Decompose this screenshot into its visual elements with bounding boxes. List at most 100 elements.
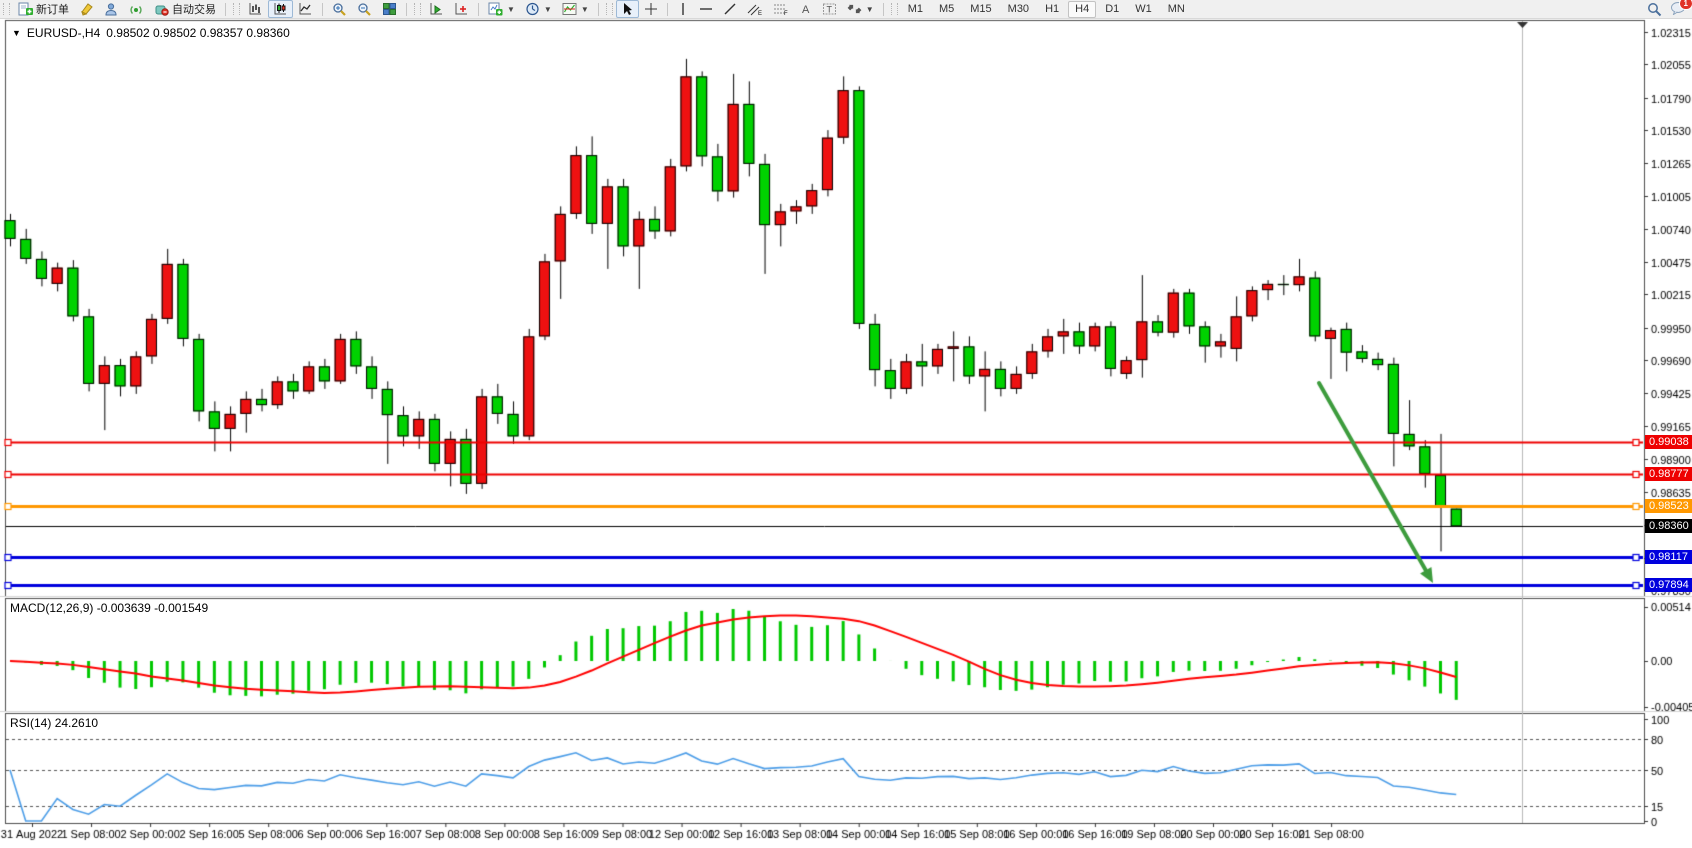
- main-toolbar: 新订单 自动交易: [0, 0, 1692, 19]
- tile-windows-icon: [382, 2, 397, 16]
- auto-trading-button[interactable]: 自动交易: [149, 0, 221, 18]
- tester-step-button[interactable]: [449, 0, 474, 18]
- timeframe-toolbar: M1M5M15M30H1H4D1W1MN: [901, 1, 1192, 18]
- rsi-name: RSI(14): [10, 716, 51, 730]
- timeframe-button-H4[interactable]: H4: [1068, 1, 1096, 18]
- signal-icon: [129, 2, 144, 16]
- macd-signal-value: -0.001549: [154, 601, 208, 615]
- arrows-button[interactable]: ▼: [842, 0, 879, 18]
- chevron-down-icon: ▼: [507, 5, 515, 14]
- new-order-icon: [18, 2, 33, 16]
- text-button[interactable]: A: [794, 0, 817, 18]
- auto-trading-label: 自动交易: [172, 1, 216, 17]
- price-level-label-0.98523: 0.98523: [1645, 499, 1692, 513]
- cursor-icon: [621, 2, 634, 16]
- price-level-label-0.99038: 0.99038: [1645, 435, 1692, 449]
- chart-symbol-period: EURUSD-,H4: [27, 26, 100, 40]
- rsi-value: 24.2610: [55, 716, 98, 730]
- notification-badge: 1: [1679, 0, 1692, 10]
- bar-chart-icon: [248, 2, 263, 16]
- timeframe-button-M5[interactable]: M5: [932, 1, 961, 18]
- arrows-icon: [847, 2, 862, 16]
- macd-name: MACD(12,26,9): [10, 601, 93, 615]
- line-chart-icon: [298, 2, 313, 16]
- bar-chart-button[interactable]: [243, 0, 268, 18]
- horizontal-line-button[interactable]: [694, 0, 718, 18]
- cursor-button[interactable]: [616, 0, 639, 18]
- chart-title: ▼ EURUSD-,H4 0.98502 0.98502 0.98357 0.9…: [12, 26, 290, 40]
- svg-text:A: A: [802, 4, 810, 16]
- tile-windows-button[interactable]: [377, 0, 402, 18]
- market-watch-button[interactable]: [99, 0, 124, 18]
- candlestick-chart-icon: [273, 2, 288, 16]
- trendline-button[interactable]: [718, 0, 742, 18]
- fibonacci-icon: F: [773, 2, 789, 16]
- toolbar-separator: [406, 3, 407, 16]
- search-icon[interactable]: [1647, 2, 1662, 17]
- crosshair-icon: [644, 2, 658, 16]
- text-icon: A: [799, 2, 812, 16]
- horizontal-line-icon: [699, 2, 713, 16]
- rsi-indicator-label: RSI(14) 24.2610: [10, 716, 98, 730]
- zoom-out-icon: [357, 2, 372, 16]
- indicators-button[interactable]: ▼: [557, 0, 594, 18]
- auto-trading-icon: [154, 2, 169, 16]
- price-level-label-0.97894: 0.97894: [1645, 578, 1692, 592]
- notifications-button[interactable]: 1: [1670, 1, 1686, 18]
- macd-indicator-label: MACD(12,26,9) -0.003639 -0.001549: [10, 601, 208, 615]
- svg-text:E: E: [758, 11, 762, 16]
- timeframe-button-MN[interactable]: MN: [1161, 1, 1192, 18]
- tester-step-icon: [454, 2, 469, 16]
- new-order-button[interactable]: 新订单: [13, 0, 74, 18]
- new-order-label: 新订单: [36, 1, 69, 17]
- vertical-line-icon: [677, 2, 689, 16]
- equidistant-channel-button[interactable]: E: [742, 0, 768, 18]
- styles-button[interactable]: [74, 0, 99, 18]
- equidistant-channel-icon: E: [747, 2, 763, 16]
- text-label-button[interactable]: T: [817, 0, 842, 18]
- toolbar-separator: [883, 3, 884, 16]
- timeframe-button-H1[interactable]: H1: [1038, 1, 1066, 18]
- macd-main-value: -0.003639: [97, 601, 151, 615]
- mt4-window: { "toolbar": { "new_order_label": "新订单",…: [0, 0, 1692, 848]
- zoom-in-icon: [332, 2, 347, 16]
- text-label-icon: T: [822, 2, 837, 16]
- strategy-tester-button[interactable]: [424, 0, 449, 18]
- line-chart-button[interactable]: [293, 0, 318, 18]
- timeframe-button-M1[interactable]: M1: [901, 1, 930, 18]
- zoom-out-button[interactable]: [352, 0, 377, 18]
- toolbar-grip: [606, 3, 613, 15]
- toolbar-grip: [414, 3, 421, 15]
- svg-text:T: T: [826, 5, 832, 15]
- style-brush-icon: [79, 2, 94, 16]
- timeframe-button-M15[interactable]: M15: [963, 1, 998, 18]
- vertical-line-button[interactable]: [672, 0, 694, 18]
- toolbar-grip: [891, 3, 898, 15]
- chevron-down-icon: ▼: [544, 5, 552, 14]
- new-chart-button[interactable]: ▼: [483, 0, 520, 18]
- crosshair-button[interactable]: [639, 0, 663, 18]
- chart-ohlc-values: 0.98502 0.98502 0.98357 0.98360: [106, 26, 290, 40]
- chart-canvas[interactable]: [0, 0, 1692, 848]
- periods-button[interactable]: ▼: [520, 0, 557, 18]
- collapse-quick-trade-icon[interactable]: ▼: [12, 28, 21, 38]
- toolbar-grip: [3, 3, 10, 15]
- new-chart-icon: [488, 2, 503, 16]
- chevron-down-icon: ▼: [581, 5, 589, 14]
- timeframe-button-D1[interactable]: D1: [1098, 1, 1126, 18]
- candlestick-chart-button[interactable]: [268, 0, 293, 18]
- fibonacci-button[interactable]: F: [768, 0, 794, 18]
- signals-button[interactable]: [124, 0, 149, 18]
- timeframe-button-M30[interactable]: M30: [1001, 1, 1036, 18]
- price-level-label-0.98360: 0.98360: [1645, 519, 1692, 533]
- zoom-in-button[interactable]: [327, 0, 352, 18]
- toolbar-separator: [667, 3, 668, 16]
- profile-icon: [104, 2, 119, 16]
- toolbar-grip: [233, 3, 240, 15]
- trendline-icon: [723, 2, 737, 16]
- tester-play-icon: [429, 2, 444, 16]
- toolbar-separator: [478, 3, 479, 16]
- timeframe-button-W1[interactable]: W1: [1128, 1, 1159, 18]
- chevron-down-icon: ▼: [866, 5, 874, 14]
- price-level-label-0.98117: 0.98117: [1645, 550, 1692, 564]
